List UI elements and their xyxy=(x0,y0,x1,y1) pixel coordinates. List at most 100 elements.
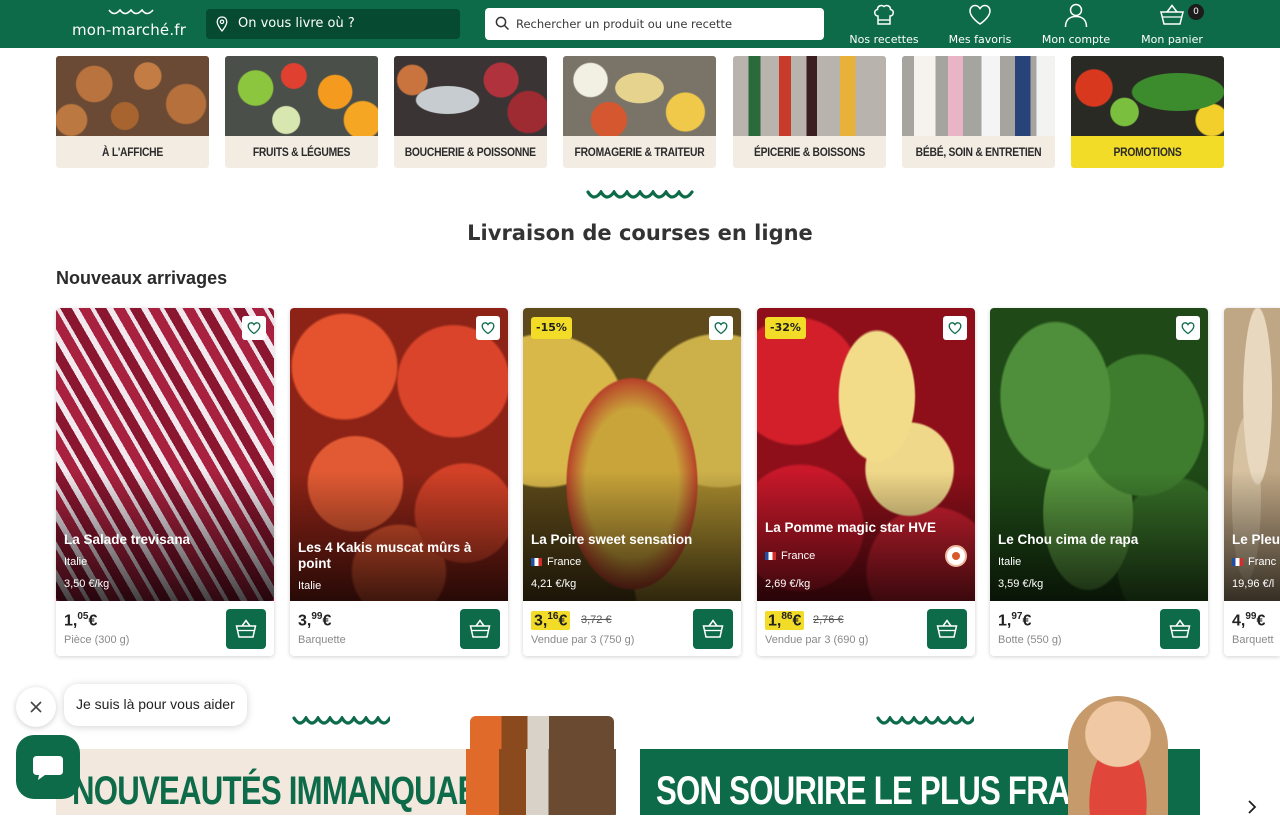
product-card[interactable]: Les 4 Kakis muscat mûrs à point Italie 3… xyxy=(290,308,508,656)
product-origin: Franc xyxy=(1232,556,1276,568)
delivery-address-placeholder: On vous livre où ? xyxy=(238,16,355,31)
heart-icon xyxy=(948,322,962,335)
category-image-gingerbread xyxy=(56,56,209,136)
search-input[interactable] xyxy=(516,14,812,34)
banner-title: SON SOURIRE LE PLUS FRAIS xyxy=(656,769,1098,813)
category-fruits-legumes[interactable]: FRUITS & LÉGUMES xyxy=(225,56,378,168)
category-label: FROMAGERIE & TRAITEUR xyxy=(574,145,705,159)
product-price-per-kg: 2,69 €/kg xyxy=(765,578,811,590)
category-label: ÉPICERIE & BOISSONS xyxy=(754,145,865,159)
product-unit: Botte (550 g) xyxy=(998,634,1062,646)
product-price: 3,99€ xyxy=(298,611,332,630)
hve-label-icon xyxy=(945,545,967,567)
discount-badge: -15% xyxy=(531,317,572,339)
france-flag-icon xyxy=(765,552,776,560)
france-flag-icon xyxy=(531,558,542,566)
category-promotions[interactable]: PROMOTIONS xyxy=(1071,56,1224,168)
add-to-cart-button[interactable] xyxy=(226,609,266,649)
nav-recipes[interactable]: Nos recettes xyxy=(848,2,920,46)
chat-open-button[interactable] xyxy=(16,735,80,799)
banner-products-image xyxy=(466,749,616,815)
basket-icon xyxy=(702,619,724,638)
image-shade xyxy=(290,471,508,601)
product-price: 1,97€ xyxy=(998,611,1032,630)
category-label: BOUCHERIE & POISSONNE... xyxy=(404,145,537,159)
carousel-next-arrow[interactable] xyxy=(1244,797,1260,815)
favorite-button[interactable] xyxy=(1176,316,1200,340)
nav-favorites[interactable]: Mes favoris xyxy=(946,2,1014,46)
logo[interactable]: mon-marché.fr xyxy=(72,8,190,40)
waves-decoration-icon xyxy=(292,716,390,725)
product-price: 4,99€ xyxy=(1232,611,1266,630)
cart-count-badge: 0 xyxy=(1188,4,1204,20)
category-image-cheese xyxy=(563,56,716,136)
category-a-l-affiche[interactable]: À L'AFFICHE xyxy=(56,56,209,168)
category-label: PROMOTIONS xyxy=(1113,145,1182,159)
close-icon xyxy=(30,701,42,713)
chat-close-button[interactable] xyxy=(16,687,56,727)
heart-icon xyxy=(714,322,728,335)
location-pin-icon xyxy=(216,16,228,32)
chevron-right-icon xyxy=(1248,800,1257,814)
waves-decoration-icon xyxy=(586,190,694,199)
basket-icon xyxy=(469,619,491,638)
chat-icon xyxy=(33,756,63,780)
heart-icon xyxy=(969,4,991,25)
product-origin: France xyxy=(531,556,581,568)
waves-decoration-icon xyxy=(876,716,974,725)
favorite-button[interactable] xyxy=(943,316,967,340)
add-to-cart-button[interactable] xyxy=(927,609,967,649)
nav-cart-label: Mon panier xyxy=(1141,33,1203,46)
search-icon xyxy=(495,16,510,31)
product-origin: Italie xyxy=(998,556,1022,568)
nav-account-label: Mon compte xyxy=(1041,33,1111,46)
product-name: La Pomme magic star HVE xyxy=(765,520,937,535)
product-card[interactable]: -15% La Poire sweet sensation France 4,2… xyxy=(523,308,741,656)
category-image-promotions xyxy=(1071,56,1224,136)
product-unit: Vendue par 3 (750 g) xyxy=(531,634,635,646)
favorite-button[interactable] xyxy=(476,316,500,340)
add-to-cart-button[interactable] xyxy=(460,609,500,649)
basket-icon xyxy=(936,619,958,638)
product-card[interactable]: Le Chou cima de rapa Italie 3,59 €/kg 1,… xyxy=(990,308,1208,656)
banner-new-products[interactable]: NOUVEAUTÉS IMMANQUABLES xyxy=(56,749,616,815)
product-price-per-kg: 3,50 €/kg xyxy=(64,578,110,590)
category-bebe-soin-entretien[interactable]: BÉBÉ, SOIN & ENTRETIEN xyxy=(902,56,1055,168)
logo-text: mon-marché.fr xyxy=(72,21,187,39)
basket-icon xyxy=(235,619,257,638)
product-card[interactable]: Le Pleu Franc 19,96 €/l 4,99€ Barquett xyxy=(1224,308,1280,656)
basket-icon xyxy=(1160,4,1184,25)
france-flag-icon xyxy=(1232,558,1243,566)
product-name: La Salade trevisana xyxy=(64,532,191,547)
logo-waves-icon xyxy=(108,8,154,15)
category-image-baby-care xyxy=(902,56,1055,136)
banner-child-image xyxy=(1068,696,1168,815)
product-old-price: 3,72 € xyxy=(581,614,612,626)
favorite-button[interactable] xyxy=(709,316,733,340)
heart-icon xyxy=(247,322,261,335)
basket-icon xyxy=(1169,619,1191,638)
product-price-per-kg: 19,96 €/l xyxy=(1232,578,1275,590)
category-epicerie-boissons[interactable]: ÉPICERIE & BOISSONS xyxy=(733,56,886,168)
favorite-button[interactable] xyxy=(242,316,266,340)
product-unit: Vendue par 3 (690 g) xyxy=(765,634,869,646)
product-name: Le Pleu xyxy=(1232,532,1280,547)
product-name: Les 4 Kakis muscat mûrs à point xyxy=(298,540,472,571)
product-price: 1,05€ xyxy=(64,611,98,630)
category-label: BÉBÉ, SOIN & ENTRETIEN xyxy=(915,145,1042,159)
product-card[interactable]: -32% La Pomme magic star HVE France 2,69… xyxy=(757,308,975,656)
category-image-meat-fish xyxy=(394,56,547,136)
chat-message[interactable]: Je suis là pour vous aider xyxy=(64,684,247,726)
add-to-cart-button[interactable] xyxy=(1160,609,1200,649)
nav-favorites-label: Mes favoris xyxy=(948,33,1012,46)
product-old-price: 2,76 € xyxy=(813,614,844,626)
product-card[interactable]: La Salade trevisana Italie 3,50 €/kg 1,0… xyxy=(56,308,274,656)
delivery-address-field[interactable]: On vous livre où ? xyxy=(206,9,460,39)
heart-icon xyxy=(481,322,495,335)
product-unit: Pièce (300 g) xyxy=(64,634,130,646)
add-to-cart-button[interactable] xyxy=(693,609,733,649)
category-boucherie-poissonnerie[interactable]: BOUCHERIE & POISSONNE... xyxy=(394,56,547,168)
nav-account[interactable]: Mon compte xyxy=(1040,2,1112,46)
category-fromagerie-traiteur[interactable]: FROMAGERIE & TRAITEUR xyxy=(563,56,716,168)
product-origin: Italie xyxy=(298,580,322,592)
